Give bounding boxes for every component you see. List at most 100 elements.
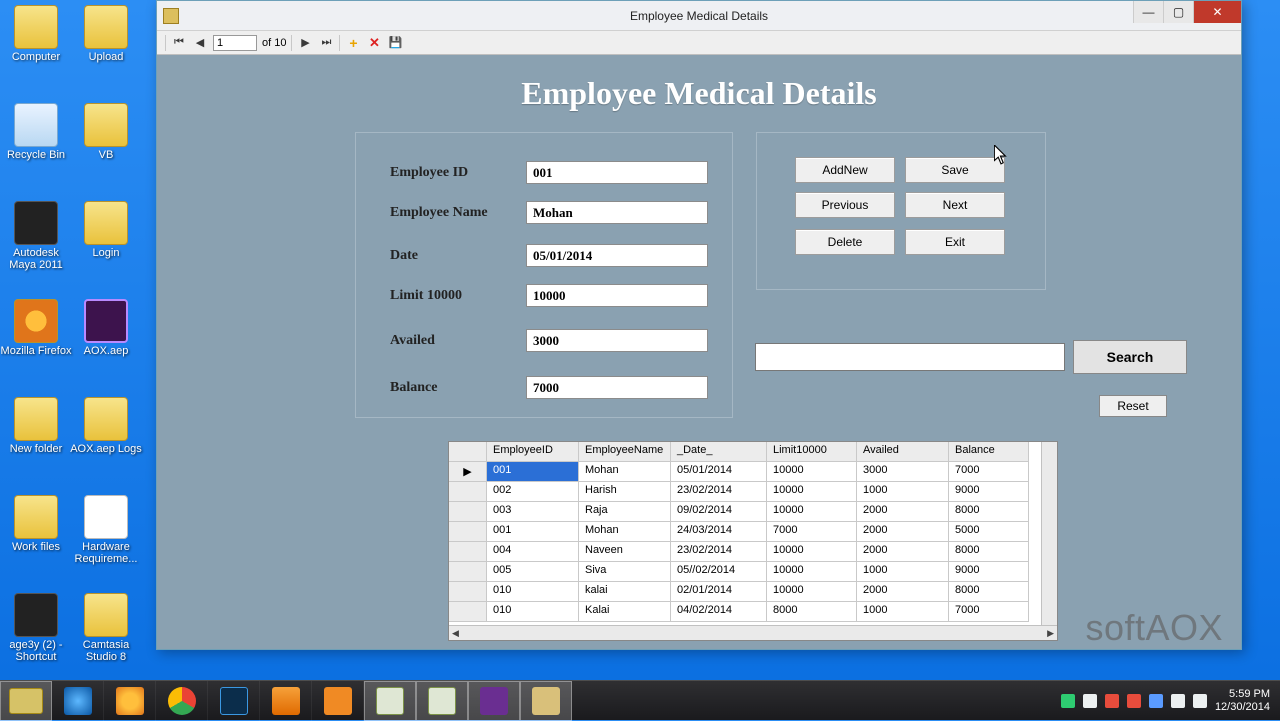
desktop-icon[interactable]: Login <box>70 201 142 259</box>
table-cell[interactable]: 10000 <box>767 502 857 522</box>
desktop-icon[interactable]: Mozilla Firefox <box>0 299 72 357</box>
table-cell[interactable]: 8000 <box>949 502 1029 522</box>
date-input[interactable] <box>526 244 708 267</box>
table-cell[interactable]: 1000 <box>857 562 949 582</box>
nav-delete-icon[interactable]: ✕ <box>366 35 382 51</box>
desktop-icon[interactable]: New folder <box>0 397 72 455</box>
table-row[interactable]: 002Harish23/02/20141000010009000 <box>449 482 1057 502</box>
table-cell[interactable]: 2000 <box>857 502 949 522</box>
desktop-icon[interactable]: Hardware Requireme... <box>70 495 142 565</box>
table-cell[interactable]: 09/02/2014 <box>671 502 767 522</box>
table-cell[interactable]: Harish <box>579 482 671 502</box>
minimize-button[interactable]: — <box>1133 1 1163 23</box>
task-camtasia-1[interactable] <box>364 681 416 721</box>
desktop-icon[interactable]: Work files <box>0 495 72 553</box>
table-cell[interactable]: 001 <box>487 462 579 482</box>
table-cell[interactable]: 8000 <box>767 602 857 622</box>
nav-first-icon[interactable]: ⏮ <box>171 35 187 51</box>
table-cell[interactable]: 2000 <box>857 522 949 542</box>
table-cell[interactable]: 8000 <box>949 542 1029 562</box>
nav-next-icon[interactable]: ▶ <box>297 35 313 51</box>
datagrid[interactable]: EmployeeID EmployeeName _Date_ Limit1000… <box>448 441 1058 641</box>
task-firefox[interactable] <box>104 681 156 721</box>
save-button[interactable]: Save <box>905 157 1005 183</box>
table-cell[interactable]: 9000 <box>949 482 1029 502</box>
table-cell[interactable]: Mohan <box>579 462 671 482</box>
table-cell[interactable]: Mohan <box>579 522 671 542</box>
nav-add-icon[interactable]: + <box>345 35 361 51</box>
table-cell[interactable]: 10000 <box>767 542 857 562</box>
nav-position-input[interactable] <box>213 35 257 51</box>
table-row[interactable]: 010Kalai04/02/2014800010007000 <box>449 602 1057 622</box>
table-cell[interactable]: 7000 <box>949 462 1029 482</box>
previous-button[interactable]: Previous <box>795 192 895 218</box>
task-visualstudio[interactable] <box>468 681 520 721</box>
task-chrome[interactable] <box>156 681 208 721</box>
tray-volume-icon[interactable] <box>1193 694 1207 708</box>
table-row[interactable]: 010kalai02/01/20141000020008000 <box>449 582 1057 602</box>
tray-icon[interactable] <box>1171 694 1185 708</box>
grid-hscrollbar[interactable]: ◀▶ <box>449 625 1057 640</box>
table-cell[interactable]: 10000 <box>767 482 857 502</box>
nav-save-icon[interactable]: 💾 <box>387 35 403 51</box>
availed-input[interactable] <box>526 329 708 352</box>
table-cell[interactable]: 004 <box>487 542 579 562</box>
tray-icon[interactable] <box>1083 694 1097 708</box>
table-cell[interactable]: 005 <box>487 562 579 582</box>
desktop-icon[interactable]: AOX.aep Logs <box>70 397 142 455</box>
table-row[interactable]: 004Naveen23/02/20141000020008000 <box>449 542 1057 562</box>
addnew-button[interactable]: AddNew <box>795 157 895 183</box>
table-cell[interactable]: 7000 <box>767 522 857 542</box>
col-date[interactable]: _Date_ <box>671 442 767 462</box>
employee-id-input[interactable] <box>526 161 708 184</box>
table-cell[interactable]: 003 <box>487 502 579 522</box>
exit-button[interactable]: Exit <box>905 229 1005 255</box>
table-row[interactable]: 003Raja09/02/20141000020008000 <box>449 502 1057 522</box>
table-cell[interactable]: Naveen <box>579 542 671 562</box>
desktop-icon[interactable]: VB <box>70 103 142 161</box>
table-row[interactable]: ▶001Mohan05/01/20141000030007000 <box>449 462 1057 482</box>
table-cell[interactable]: 02/01/2014 <box>671 582 767 602</box>
table-row[interactable]: 001Mohan24/03/2014700020005000 <box>449 522 1057 542</box>
col-employee-id[interactable]: EmployeeID <box>487 442 579 462</box>
tray-icon[interactable] <box>1127 694 1141 708</box>
table-cell[interactable]: 2000 <box>857 582 949 602</box>
desktop-icon[interactable]: Camtasia Studio 8 <box>70 593 142 663</box>
table-cell[interactable]: 1000 <box>857 482 949 502</box>
table-cell[interactable]: 2000 <box>857 542 949 562</box>
table-cell[interactable]: 23/02/2014 <box>671 482 767 502</box>
table-row[interactable]: 005Siva05//02/20141000010009000 <box>449 562 1057 582</box>
table-cell[interactable]: 23/02/2014 <box>671 542 767 562</box>
table-cell[interactable]: 3000 <box>857 462 949 482</box>
table-cell[interactable]: 10000 <box>767 562 857 582</box>
table-cell[interactable]: 10000 <box>767 582 857 602</box>
table-cell[interactable]: 001 <box>487 522 579 542</box>
search-input[interactable] <box>755 343 1065 371</box>
system-tray[interactable]: 5:59 PM 12/30/2014 <box>1051 688 1280 714</box>
task-ie[interactable] <box>52 681 104 721</box>
table-cell[interactable]: 002 <box>487 482 579 502</box>
limit-input[interactable] <box>526 284 708 307</box>
desktop-icon[interactable]: Recycle Bin <box>0 103 72 161</box>
desktop-icon[interactable]: Computer <box>0 5 72 63</box>
next-button[interactable]: Next <box>905 192 1005 218</box>
table-cell[interactable]: Kalai <box>579 602 671 622</box>
tray-icon[interactable] <box>1149 694 1163 708</box>
task-camtasia-2[interactable] <box>416 681 468 721</box>
maximize-button[interactable]: ▢ <box>1163 1 1193 23</box>
table-cell[interactable]: 010 <box>487 582 579 602</box>
desktop-icon[interactable]: Autodesk Maya 2011 <box>0 201 72 271</box>
table-cell[interactable]: 24/03/2014 <box>671 522 767 542</box>
employee-name-input[interactable] <box>526 201 708 224</box>
taskbar-clock[interactable]: 5:59 PM 12/30/2014 <box>1215 688 1270 714</box>
table-cell[interactable]: 1000 <box>857 602 949 622</box>
nav-prev-icon[interactable]: ◀ <box>192 35 208 51</box>
table-cell[interactable]: 010 <box>487 602 579 622</box>
table-cell[interactable]: 04/02/2014 <box>671 602 767 622</box>
table-cell[interactable]: Siva <box>579 562 671 582</box>
table-cell[interactable]: 9000 <box>949 562 1029 582</box>
table-cell[interactable]: 10000 <box>767 462 857 482</box>
reset-button[interactable]: Reset <box>1099 395 1167 417</box>
taskbar-start[interactable] <box>0 681 52 721</box>
col-limit[interactable]: Limit10000 <box>767 442 857 462</box>
